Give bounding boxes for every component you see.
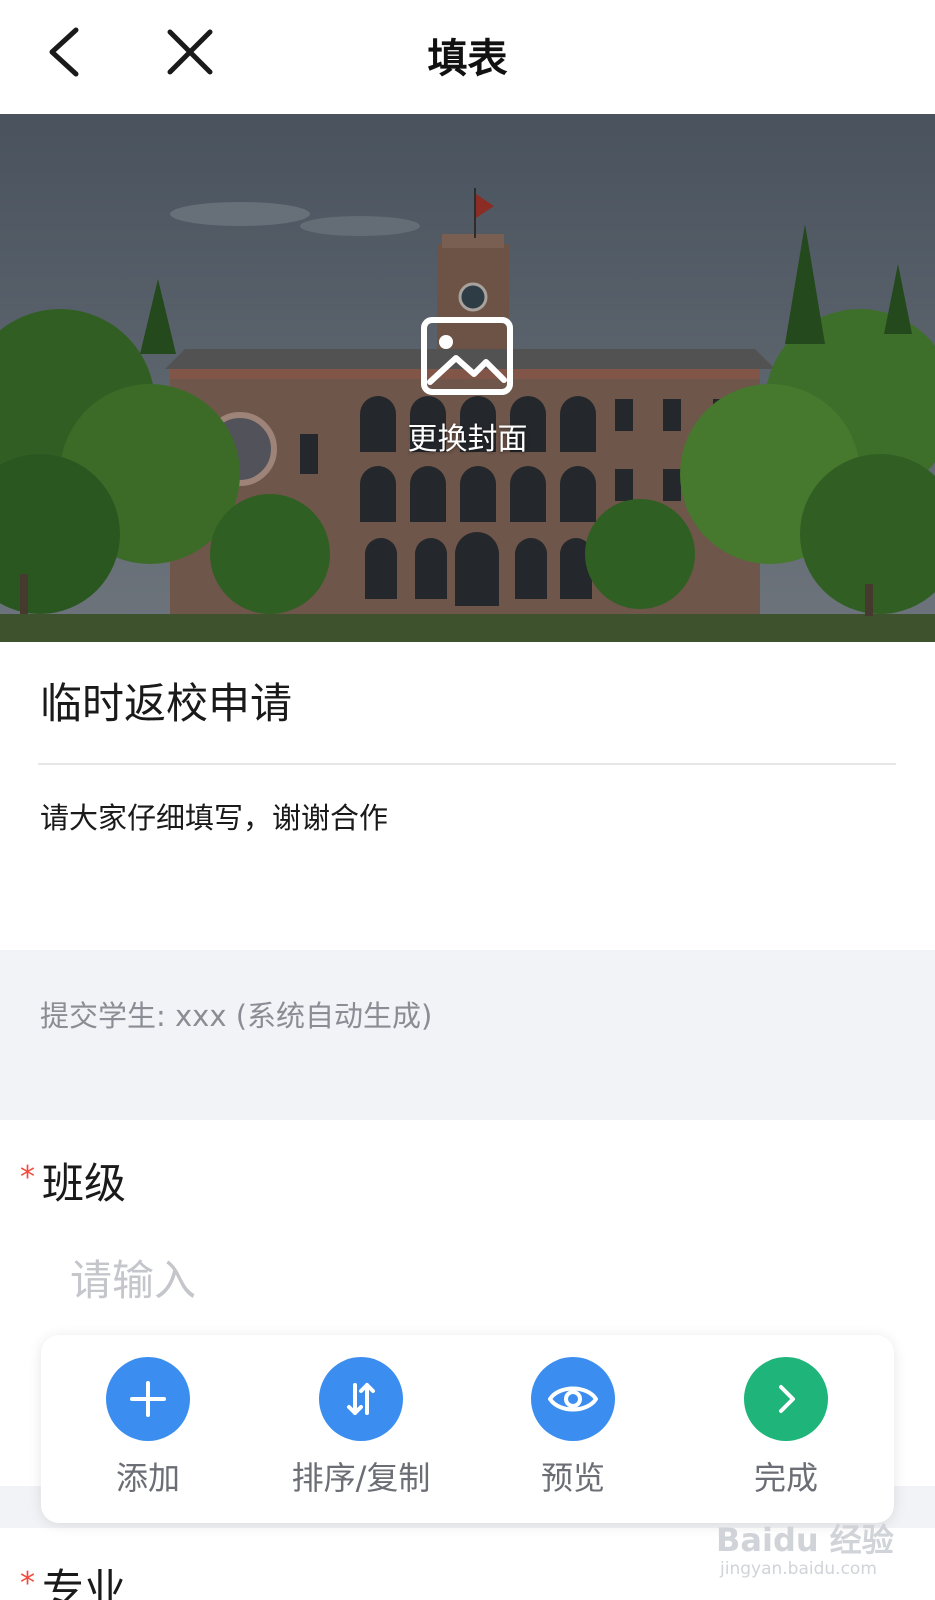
image-icon xyxy=(421,317,513,395)
field-label-major: 专业 xyxy=(42,1565,127,1600)
form-description[interactable]: 请大家仔细填写，谢谢合作 xyxy=(40,795,388,837)
done-circle xyxy=(744,1357,828,1441)
form-title[interactable]: 临时返校申请 xyxy=(40,670,292,731)
add-circle xyxy=(106,1357,190,1441)
preview-label: 预览 xyxy=(540,1459,605,1497)
field-label-class: 班级 xyxy=(42,1159,127,1208)
cover-image[interactable]: 更换封面 xyxy=(0,114,935,642)
preview-button[interactable]: 预览 xyxy=(483,1357,663,1507)
top-nav-bar: 填表 xyxy=(0,0,935,114)
add-button[interactable]: 添加 xyxy=(58,1357,238,1507)
sort-copy-label: 排序/复制 xyxy=(291,1459,431,1497)
divider xyxy=(38,763,896,765)
plus-icon xyxy=(130,1381,166,1417)
change-cover-label: 更换封面 xyxy=(407,422,528,457)
watermark-brand: Baidu 经验 xyxy=(716,1521,894,1559)
watermark-url: jingyan.baidu.com xyxy=(720,1559,877,1579)
sort-arrows-icon xyxy=(347,1383,375,1415)
class-input[interactable] xyxy=(70,1245,890,1315)
required-mark: * xyxy=(20,1566,35,1600)
preview-circle xyxy=(531,1357,615,1441)
sort-circle xyxy=(319,1357,403,1441)
done-label: 完成 xyxy=(753,1459,818,1497)
sort-copy-button[interactable]: 排序/复制 xyxy=(271,1357,451,1507)
required-mark: * xyxy=(20,1160,35,1195)
submitter-note: 提交学生: xxx (系统自动生成) xyxy=(40,999,433,1033)
done-button[interactable]: 完成 xyxy=(696,1357,876,1507)
form-editor-page: 填表 更换封面 临时返校申请 请大家仔细填写，谢谢合作 提交学生: xxx (系… xyxy=(0,0,935,1600)
add-label: 添加 xyxy=(115,1459,180,1497)
chevron-right-icon xyxy=(779,1385,795,1413)
page-title: 填表 xyxy=(427,36,508,82)
watermark: Baidu 经验 jingyan.baidu.com xyxy=(716,1515,896,1585)
bottom-toolbar: 添加 排序/复制 预览 完成 xyxy=(41,1335,894,1523)
submitter-info-band xyxy=(0,950,935,1120)
eye-icon xyxy=(548,1386,598,1412)
